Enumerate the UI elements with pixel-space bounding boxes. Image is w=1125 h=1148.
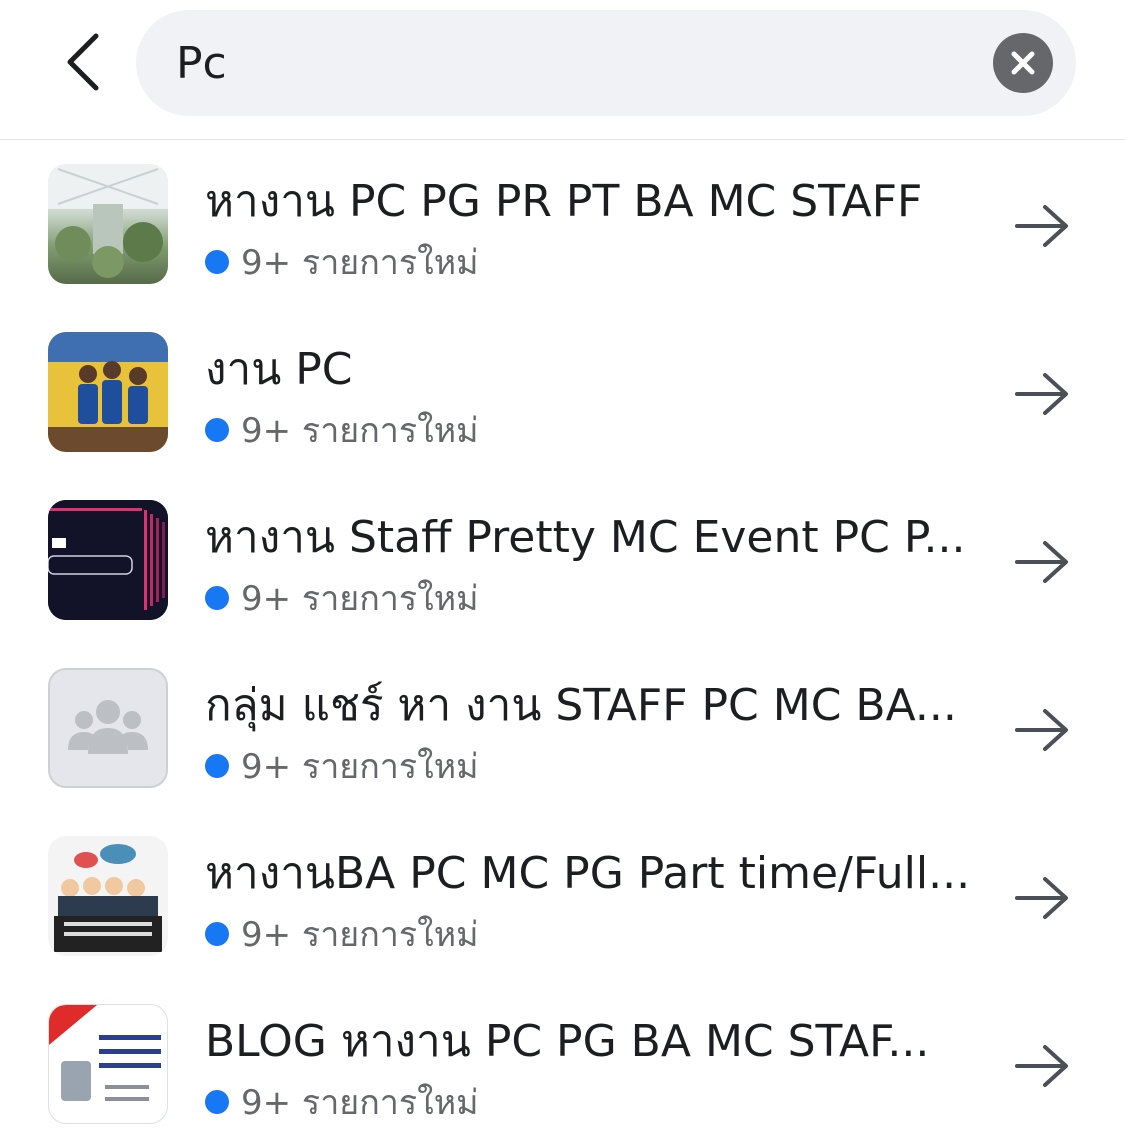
- search-input[interactable]: [176, 10, 976, 116]
- chevron-left-icon: [67, 33, 99, 91]
- new-posts-count: 9+ รายการใหม่: [241, 1083, 479, 1123]
- arrow-right-icon: [1015, 709, 1068, 751]
- list-item[interactable]: งาน PC 9+ รายการใหม่: [0, 308, 1125, 476]
- group-name: งาน PC: [205, 344, 353, 395]
- new-posts-count: 9+ รายการใหม่: [241, 747, 479, 787]
- group-name: หางาน Staff Pretty MC Event PC P...: [205, 512, 966, 563]
- group-thumbnail: [48, 164, 168, 284]
- blue-dot-icon: [205, 1090, 229, 1114]
- arrow-right-icon: [1015, 373, 1068, 415]
- new-posts-indicator: 9+ รายการใหม่: [205, 238, 479, 286]
- search-results-list: หางาน PC PG PR PT BA MC STAFF 9+ รายการใ…: [0, 140, 1125, 1148]
- open-group-button[interactable]: [1010, 198, 1074, 254]
- blue-dot-icon: [205, 418, 229, 442]
- list-item[interactable]: หางานBA PC MC PG Part time/Full... 9+ รา…: [0, 812, 1125, 980]
- open-group-button[interactable]: [1010, 366, 1074, 422]
- blue-dot-icon: [205, 922, 229, 946]
- arrow-right-icon: [1015, 205, 1068, 247]
- blue-dot-icon: [205, 754, 229, 778]
- arrow-right-icon: [1015, 1045, 1068, 1087]
- new-posts-indicator: 9+ รายการใหม่: [205, 406, 479, 454]
- new-posts-indicator: 9+ รายการใหม่: [205, 742, 479, 790]
- arrow-right-icon: [1015, 541, 1068, 583]
- new-posts-indicator: 9+ รายการใหม่: [205, 574, 479, 622]
- close-icon: [1011, 51, 1035, 75]
- list-item[interactable]: หางาน Staff Pretty MC Event PC P... 9+ ร…: [0, 476, 1125, 644]
- group-name: หางานBA PC MC PG Part time/Full...: [205, 848, 971, 899]
- open-group-button[interactable]: [1010, 1038, 1074, 1094]
- back-button[interactable]: [52, 22, 116, 102]
- blue-dot-icon: [205, 250, 229, 274]
- blue-dot-icon: [205, 586, 229, 610]
- list-item[interactable]: หางาน PC PG PR PT BA MC STAFF 9+ รายการใ…: [0, 140, 1125, 308]
- open-group-button[interactable]: [1010, 870, 1074, 926]
- new-posts-count: 9+ รายการใหม่: [241, 579, 479, 619]
- open-group-button[interactable]: [1010, 534, 1074, 590]
- group-thumbnail: [48, 836, 168, 956]
- group-thumbnail: [48, 1004, 168, 1124]
- group-thumbnail: [48, 500, 168, 620]
- open-group-button[interactable]: [1010, 702, 1074, 758]
- list-item[interactable]: กลุ่ม แชร์ หา งาน STAFF PC MC BA... 9+ ร…: [0, 644, 1125, 812]
- arrow-right-icon: [1015, 877, 1068, 919]
- new-posts-count: 9+ รายการใหม่: [241, 243, 479, 283]
- search-bar[interactable]: [136, 10, 1076, 116]
- list-item[interactable]: BLOG หางาน PC PG BA MC STAF... 9+ รายการ…: [0, 980, 1125, 1148]
- group-name: กลุ่ม แชร์ หา งาน STAFF PC MC BA...: [205, 680, 957, 731]
- group-icon: [68, 700, 148, 754]
- search-header: [0, 0, 1125, 140]
- group-placeholder-thumbnail: [48, 668, 168, 788]
- new-posts-indicator: 9+ รายการใหม่: [205, 910, 479, 958]
- clear-search-button[interactable]: [993, 33, 1053, 93]
- new-posts-count: 9+ รายการใหม่: [241, 915, 479, 955]
- group-name: หางาน PC PG PR PT BA MC STAFF: [205, 176, 923, 227]
- group-thumbnail: [48, 332, 168, 452]
- group-name: BLOG หางาน PC PG BA MC STAF...: [205, 1016, 930, 1067]
- new-posts-indicator: 9+ รายการใหม่: [205, 1078, 479, 1126]
- new-posts-count: 9+ รายการใหม่: [241, 411, 479, 451]
